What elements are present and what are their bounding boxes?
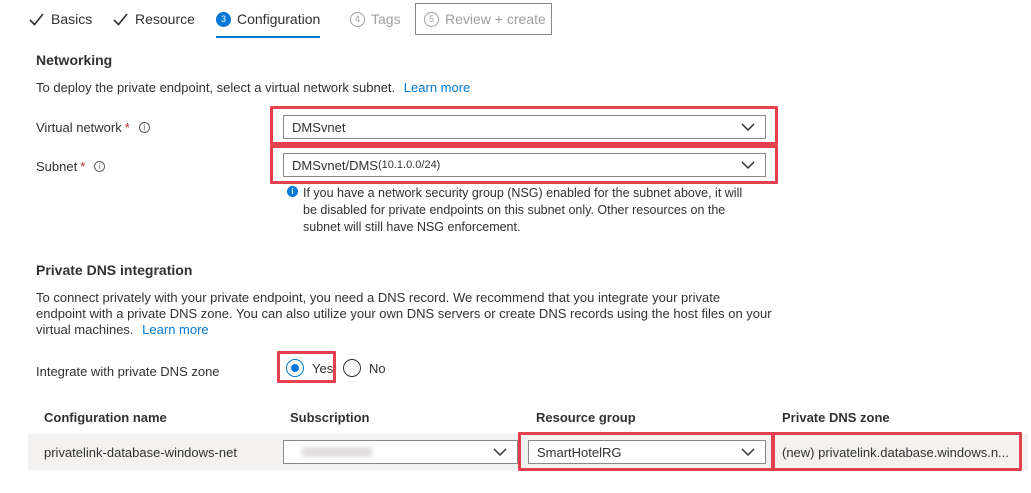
- virtual-network-label-text: Virtual network: [36, 120, 122, 135]
- subnet-dropdown[interactable]: DMSvnet/DMS (10.1.0.0/24): [283, 153, 766, 177]
- column-header-resource-group: Resource group: [536, 410, 636, 425]
- subnet-label: Subnet * i: [36, 159, 106, 174]
- virtual-network-value: DMSvnet: [292, 119, 346, 135]
- step-number-badge: 5: [424, 11, 439, 27]
- info-icon[interactable]: i: [94, 161, 106, 172]
- tab-review-create[interactable]: 5 Review + create: [424, 0, 546, 38]
- tab-configuration-label: Configuration: [237, 11, 321, 27]
- dns-description-line: virtual machines. Learn more: [36, 322, 772, 338]
- tab-basics-label: Basics: [51, 11, 93, 27]
- networking-description: To deploy the private endpoint, select a…: [36, 80, 470, 96]
- redacted-subscription: [302, 447, 372, 457]
- nsg-message-line: If you have a network security group (NS…: [303, 186, 743, 200]
- virtual-network-label: Virtual network * i: [36, 120, 150, 135]
- step-number-badge: 4: [350, 11, 365, 27]
- virtual-network-dropdown[interactable]: DMSvnet: [283, 115, 766, 139]
- dns-description-line: To connect privately with your private e…: [36, 290, 721, 305]
- tab-basics[interactable]: Basics: [28, 0, 92, 38]
- column-header-subscription: Subscription: [290, 410, 370, 425]
- tab-resource[interactable]: Resource: [112, 0, 195, 38]
- required-marker: *: [124, 120, 130, 135]
- dns-yes-label[interactable]: Yes: [312, 361, 333, 376]
- integrate-dns-label: Integrate with private DNS zone: [36, 364, 220, 379]
- nsg-message-line: subnet will still have NSG enforcement.: [303, 220, 521, 234]
- dns-heading: Private DNS integration: [36, 262, 193, 278]
- networking-description-text: To deploy the private endpoint, select a…: [36, 80, 396, 95]
- tab-tags[interactable]: 4 Tags: [350, 0, 401, 38]
- chevron-down-icon: [741, 448, 755, 457]
- subnet-value: DMSvnet/DMS: [292, 157, 378, 173]
- subnet-label-text: Subnet: [36, 159, 78, 174]
- subnet-range: (10.1.0.0/24): [377, 159, 441, 171]
- configuration-name-cell: privatelink-database-windows-net: [44, 445, 237, 460]
- dns-yes-radio[interactable]: [286, 359, 304, 377]
- dns-no-radio[interactable]: [343, 359, 361, 377]
- nsg-message-line: be disabled for private endpoints on thi…: [303, 203, 726, 217]
- dns-no-label[interactable]: No: [369, 361, 386, 376]
- step-number-badge: 3: [216, 11, 231, 27]
- resource-group-value: SmartHotelRG: [537, 444, 622, 460]
- check-icon: [28, 11, 45, 28]
- chevron-down-icon: [741, 123, 755, 132]
- info-icon[interactable]: i: [138, 122, 150, 133]
- column-header-private-dns-zone: Private DNS zone: [782, 410, 890, 425]
- required-marker: *: [80, 159, 86, 174]
- check-icon: [112, 11, 129, 28]
- dns-description: To connect privately with your private e…: [36, 290, 772, 338]
- dns-learn-more-link[interactable]: Learn more: [142, 322, 208, 337]
- tab-resource-label: Resource: [135, 11, 195, 27]
- info-filled-icon: i: [287, 186, 298, 197]
- nsg-message: If you have a network security group (NS…: [303, 185, 742, 236]
- dns-description-text: virtual machines.: [36, 322, 134, 337]
- chevron-down-icon: [741, 161, 755, 170]
- tab-configuration[interactable]: 3 Configuration: [216, 0, 321, 38]
- private-dns-zone-cell: (new) privatelink.database.windows.n...: [782, 445, 1009, 460]
- chevron-down-icon: [493, 448, 507, 457]
- resource-group-dropdown[interactable]: SmartHotelRG: [528, 440, 766, 464]
- tab-review-label: Review + create: [445, 11, 546, 27]
- subscription-dropdown[interactable]: [283, 440, 518, 464]
- networking-learn-more-link[interactable]: Learn more: [404, 80, 470, 95]
- column-header-configuration-name: Configuration name: [44, 410, 167, 425]
- dns-description-line: endpoint with a private DNS zone. You ca…: [36, 306, 772, 321]
- tab-tags-label: Tags: [371, 11, 401, 27]
- networking-heading: Networking: [36, 52, 113, 68]
